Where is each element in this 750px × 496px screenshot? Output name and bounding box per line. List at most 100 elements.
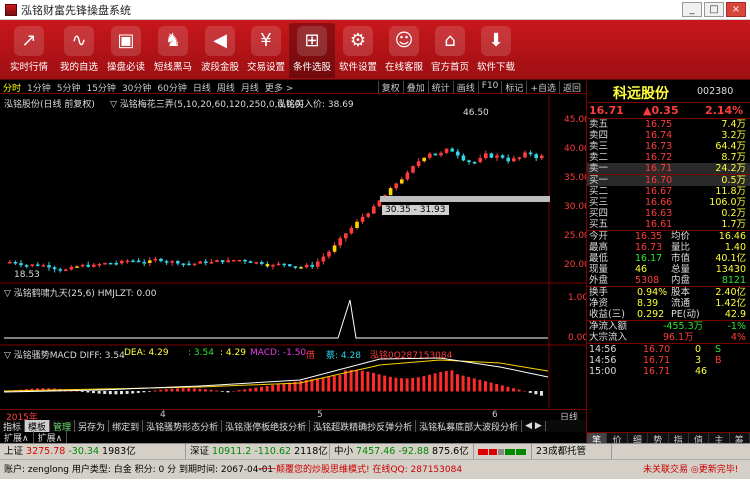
candle-body [276,263,281,266]
candle-body [299,267,303,269]
quote-tab[interactable]: 值 [689,433,710,446]
tick-side: B [715,355,722,366]
candle-body [456,151,460,156]
period-tab[interactable]: 月线 [238,81,262,94]
quote-tab[interactable]: 价 [607,433,628,446]
candle-body [282,263,286,266]
index-amount: 2118亿 [294,445,328,457]
macd-bar [220,391,224,392]
candle-body [439,152,443,156]
candle-body [80,264,85,267]
toolbar-homepage-button[interactable]: ⌂ 官方首页 [427,23,473,78]
period-tab[interactable]: 5分钟 [54,81,84,94]
macd-bar [232,391,235,392]
candle-body [444,148,449,153]
period-tab[interactable]: 分时 [0,81,24,94]
add-watchlist-button[interactable]: +自选 [526,81,559,94]
candle-body [332,245,337,252]
tab-bottom-wave-analysis[interactable]: 泓铭私募底部大波段分析 [416,419,523,433]
macd-bar [377,374,381,392]
overlay-button[interactable]: 叠加 [402,81,428,94]
stat-label: 流通 [671,298,691,309]
tab-scroll-arrows[interactable]: ◀ ▶ [522,421,546,431]
back-button[interactable]: 返回 [558,81,584,94]
period-tab[interactable]: 更多 > [262,81,296,94]
macd-bar [344,370,347,392]
quote-tab[interactable]: 势 [648,433,669,446]
panel3-dea: DEA: 4.29 [124,348,169,358]
stat-value: 42.9 [724,309,746,320]
macd-bar [192,388,196,392]
stat-value: 16.73 [635,242,663,253]
month-label: 6 [492,410,498,420]
quote-tab[interactable]: 细 [628,433,649,446]
macd-bar [260,386,263,392]
diff-line [3,357,549,393]
toolbar-support-button[interactable]: ☺ 在线客服 [381,23,427,78]
mark-button[interactable]: 标记 [501,81,526,94]
panel2-title: ▽ 泓铭鹤啸九天(25,6) HMJLZT: 0.00 [4,289,157,299]
toolbar-realtime-button[interactable]: ↗ 实时行情 [6,23,52,78]
stat-label: 净资 [589,298,609,309]
period-tab[interactable]: 日线 [190,81,214,94]
period-tab[interactable]: 60分钟 [154,81,189,94]
chart-indicator-label: ▽ 泓铭梅花三弄(5,10,20,60,120,250,0,0,0,0) [110,100,304,110]
tab-rebound-analysis[interactable]: 泓铭超跌精确抄反弹分析 [310,419,417,433]
panel3-title: ▽ 泓铭骚势MACD DIFF: 3.54 [4,351,125,361]
bid-label: 买四 [589,208,609,219]
macd-bar [512,388,515,392]
quote-tab[interactable]: 笔 [587,433,608,446]
ask-row: 卖二 16.72 8.7万 [587,152,750,163]
candle-body [8,261,12,264]
macd-bar [80,391,84,392]
toolbar-must-read-button[interactable]: ▣ 操盘必读 [103,23,149,78]
tab-save-as[interactable]: 另存为 [75,419,110,433]
stats-button[interactable]: 统计 [427,81,453,94]
quote-tab[interactable]: 主 [709,433,730,446]
ask-volume: 24.2万 [715,163,746,174]
panel3-m2: 蔡: 4.28 [326,351,361,361]
draw-button[interactable]: 画线 [452,81,478,94]
candle-body [321,256,326,262]
macd-bar [198,388,202,392]
period-tab[interactable]: 30分钟 [119,81,154,94]
quote-tabs: 笔 价 细 势 指 值 主 筹 [587,432,750,446]
f10-button[interactable]: F10 [477,81,502,94]
period-tab[interactable]: 1分钟 [24,81,54,94]
bid-price: 16.70 [645,175,673,186]
tab-limit-up-analysis[interactable]: 泓铭涨停板绝技分析 [222,419,311,433]
macd-bar [265,385,269,392]
adjust-button[interactable]: 复权 [377,81,403,94]
period-tab[interactable]: 周线 [214,81,238,94]
close-button[interactable]: × [726,2,746,17]
users-icon: ☺ [389,26,419,56]
toolbar-watchlist-button[interactable]: ∿ 我的自选 [56,23,102,78]
toolbar-stock-filter-button[interactable]: ⊞ 条件选股 [289,23,335,78]
toolbar-download-button[interactable]: ⬇ 软件下载 [473,23,519,78]
minimize-button[interactable]: _ [682,2,702,17]
tick-time: 14:56 [589,355,617,366]
tab-pattern-analysis[interactable]: 泓铭骚势形态分析 [143,419,223,433]
candle-body [512,158,516,162]
period-tab[interactable]: 15分钟 [83,81,118,94]
toolbar-band-stock-button[interactable]: ◀ 波段金股 [197,23,243,78]
toolbar-trade-settings-button[interactable]: ¥ 交易设置 [243,23,289,78]
macd-bar [209,389,213,392]
kline-chart[interactable]: 泓铭股份(日线 前复权) ▽ 泓铭梅花三弄(5,10,20,60,120,250… [0,95,590,408]
chart-low-label: 18.53 [14,270,40,280]
macd-bar [120,391,123,395]
toolbar-dark-horse-button[interactable]: ♞ 短线黑马 [150,23,196,78]
toolbar-software-settings-button[interactable]: ⚙ 软件设置 [335,23,381,78]
panel3-v2: : 4.29 [220,348,246,358]
maximize-button[interactable]: □ [704,2,724,17]
tab-bind-to[interactable]: 绑定到 [109,419,144,433]
panel3-macd: MACD: -1.50 [250,348,307,358]
quote-tab[interactable]: 筹 [730,433,750,446]
gap-label: 30.35 - 31.93 [382,205,449,215]
candle-body [136,260,141,263]
macd-bar [271,385,275,392]
candle-body [360,216,365,222]
macd-bar [366,371,370,392]
ask-label: 卖三 [589,141,609,152]
quote-tab[interactable]: 指 [669,433,689,446]
